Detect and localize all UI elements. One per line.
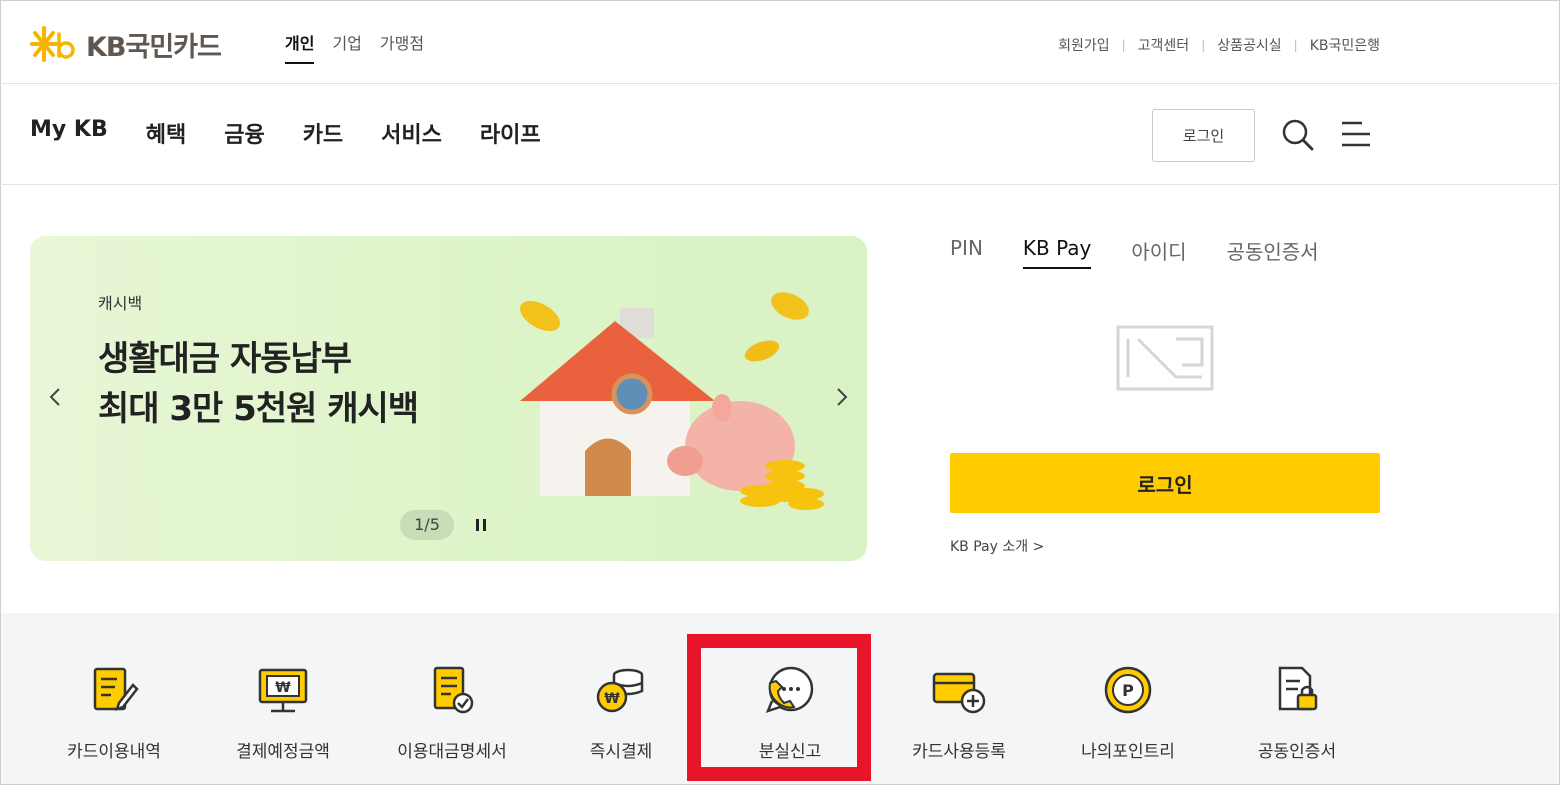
banner-title-line1: 생활대금 자동납부 <box>98 339 352 379</box>
svg-text:P: P <box>1122 681 1134 700</box>
divider: | <box>1293 38 1298 52</box>
main-nav: My KB 혜택 금융 카드 서비스 라이프 로그인 <box>0 84 1560 185</box>
search-icon[interactable] <box>1280 117 1316 153</box>
svg-text:₩: ₩ <box>275 680 291 696</box>
banner-next-icon[interactable] <box>835 386 849 408</box>
menu-my-kb[interactable]: My KB <box>30 117 108 149</box>
menu-finance[interactable]: 금융 <box>224 117 264 149</box>
hamburger-menu-icon[interactable] <box>1340 120 1372 150</box>
link-kb-bank[interactable]: KB국민은행 <box>1310 35 1380 55</box>
certificate-icon <box>1278 666 1318 711</box>
tab-certificate[interactable]: 공동인증서 <box>1227 236 1319 269</box>
house-piggybank-illustration <box>520 292 824 510</box>
kbpay-logo-icon <box>1116 325 1214 391</box>
tab-pin[interactable]: PIN <box>950 236 983 269</box>
menu-service[interactable]: 서비스 <box>381 117 442 149</box>
svg-text:₩: ₩ <box>604 691 620 707</box>
segment-personal[interactable]: 개인 <box>285 30 315 64</box>
quick-card-history[interactable]: 카드이용내역 <box>29 613 199 784</box>
menu-benefits[interactable]: 혜택 <box>146 117 186 149</box>
utility-links: 회원가입 | 고객센터 | 상품공시실 | KB국민은행 <box>1058 35 1380 55</box>
tab-kbpay[interactable]: KB Pay <box>1022 236 1092 269</box>
quick-payment-due[interactable]: ₩ 결제예정금액 <box>198 613 368 784</box>
banner-title: 생활대금 자동납부 최대 3만 5천원 캐시백 <box>98 334 419 434</box>
quick-label: 분실신고 <box>758 742 822 762</box>
logo-text: KB국민카드 <box>86 31 222 63</box>
quick-label: 카드사용등록 <box>912 742 1006 762</box>
tab-id[interactable]: 아이디 <box>1131 236 1186 269</box>
card-history-icon <box>93 667 139 711</box>
quick-statement[interactable]: 이용대금명세서 <box>367 613 537 784</box>
payment-due-icon: ₩ <box>258 668 308 713</box>
segment-business[interactable]: 기업 <box>332 30 361 64</box>
promo-banner[interactable]: 캐시백 생활대금 자동납부 최대 3만 5천원 캐시백 1/5 <box>30 236 867 561</box>
header-login-button[interactable]: 로그인 <box>1152 109 1255 162</box>
quick-certificate[interactable]: 공동인증서 <box>1212 613 1382 784</box>
quick-lost-report[interactable]: 분실신고 <box>705 613 875 784</box>
top-bar: KB국민카드 개인 기업 가맹점 회원가입 | 고객센터 | 상품공시실 | K… <box>0 0 1560 84</box>
kb-star-icon <box>30 26 75 62</box>
quick-point[interactable]: P 나의포인트리 <box>1043 613 1213 784</box>
banner-pager: 1/5 <box>400 510 454 540</box>
point-icon: P <box>1104 666 1152 714</box>
login-method-tabs: PIN KB Pay 아이디 공동인증서 <box>950 236 1319 269</box>
banner-tag: 캐시백 <box>98 294 143 313</box>
quick-label: 나의포인트리 <box>1081 742 1175 762</box>
banner-title-line2: 최대 3만 5천원 캐시백 <box>98 389 419 429</box>
kbpay-login-button[interactable]: 로그인 <box>950 453 1380 513</box>
quick-label: 즉시결제 <box>589 742 653 762</box>
main-menu: My KB 혜택 금융 카드 서비스 라이프 <box>30 117 541 149</box>
quick-label: 카드이용내역 <box>67 742 161 762</box>
divider: | <box>1201 38 1206 52</box>
link-signup[interactable]: 회원가입 <box>1058 35 1110 55</box>
quick-menu: 카드이용내역 ₩ 결제예정금액 이용대금명세서 ₩ 즉시결제 분실신고 카드사용… <box>1 613 1559 784</box>
menu-life[interactable]: 라이프 <box>480 117 541 149</box>
segment-merchant[interactable]: 가맹점 <box>380 30 424 64</box>
quick-instant-pay[interactable]: ₩ 즉시결제 <box>536 613 706 784</box>
lost-report-icon <box>765 666 814 714</box>
pause-icon[interactable] <box>474 518 488 532</box>
kb-card-logo[interactable]: KB국민카드 <box>30 24 222 64</box>
quick-label: 공동인증서 <box>1257 742 1337 762</box>
statement-icon <box>433 666 474 714</box>
kbpay-intro-link[interactable]: KB Pay 소개 > <box>950 536 1044 556</box>
quick-card-register[interactable]: 카드사용등록 <box>874 613 1044 784</box>
divider: | <box>1121 38 1126 52</box>
banner-prev-icon[interactable] <box>48 386 62 408</box>
menu-card[interactable]: 카드 <box>303 117 343 149</box>
instant-pay-icon: ₩ <box>596 668 644 713</box>
quick-label: 이용대금명세서 <box>397 742 507 762</box>
customer-segment-tabs: 개인 기업 가맹점 <box>285 30 424 64</box>
quick-label: 결제예정금액 <box>236 742 330 762</box>
card-register-icon <box>932 672 986 714</box>
link-customer-center[interactable]: 고객센터 <box>1138 35 1190 55</box>
link-product-disclosure[interactable]: 상품공시실 <box>1217 35 1281 55</box>
